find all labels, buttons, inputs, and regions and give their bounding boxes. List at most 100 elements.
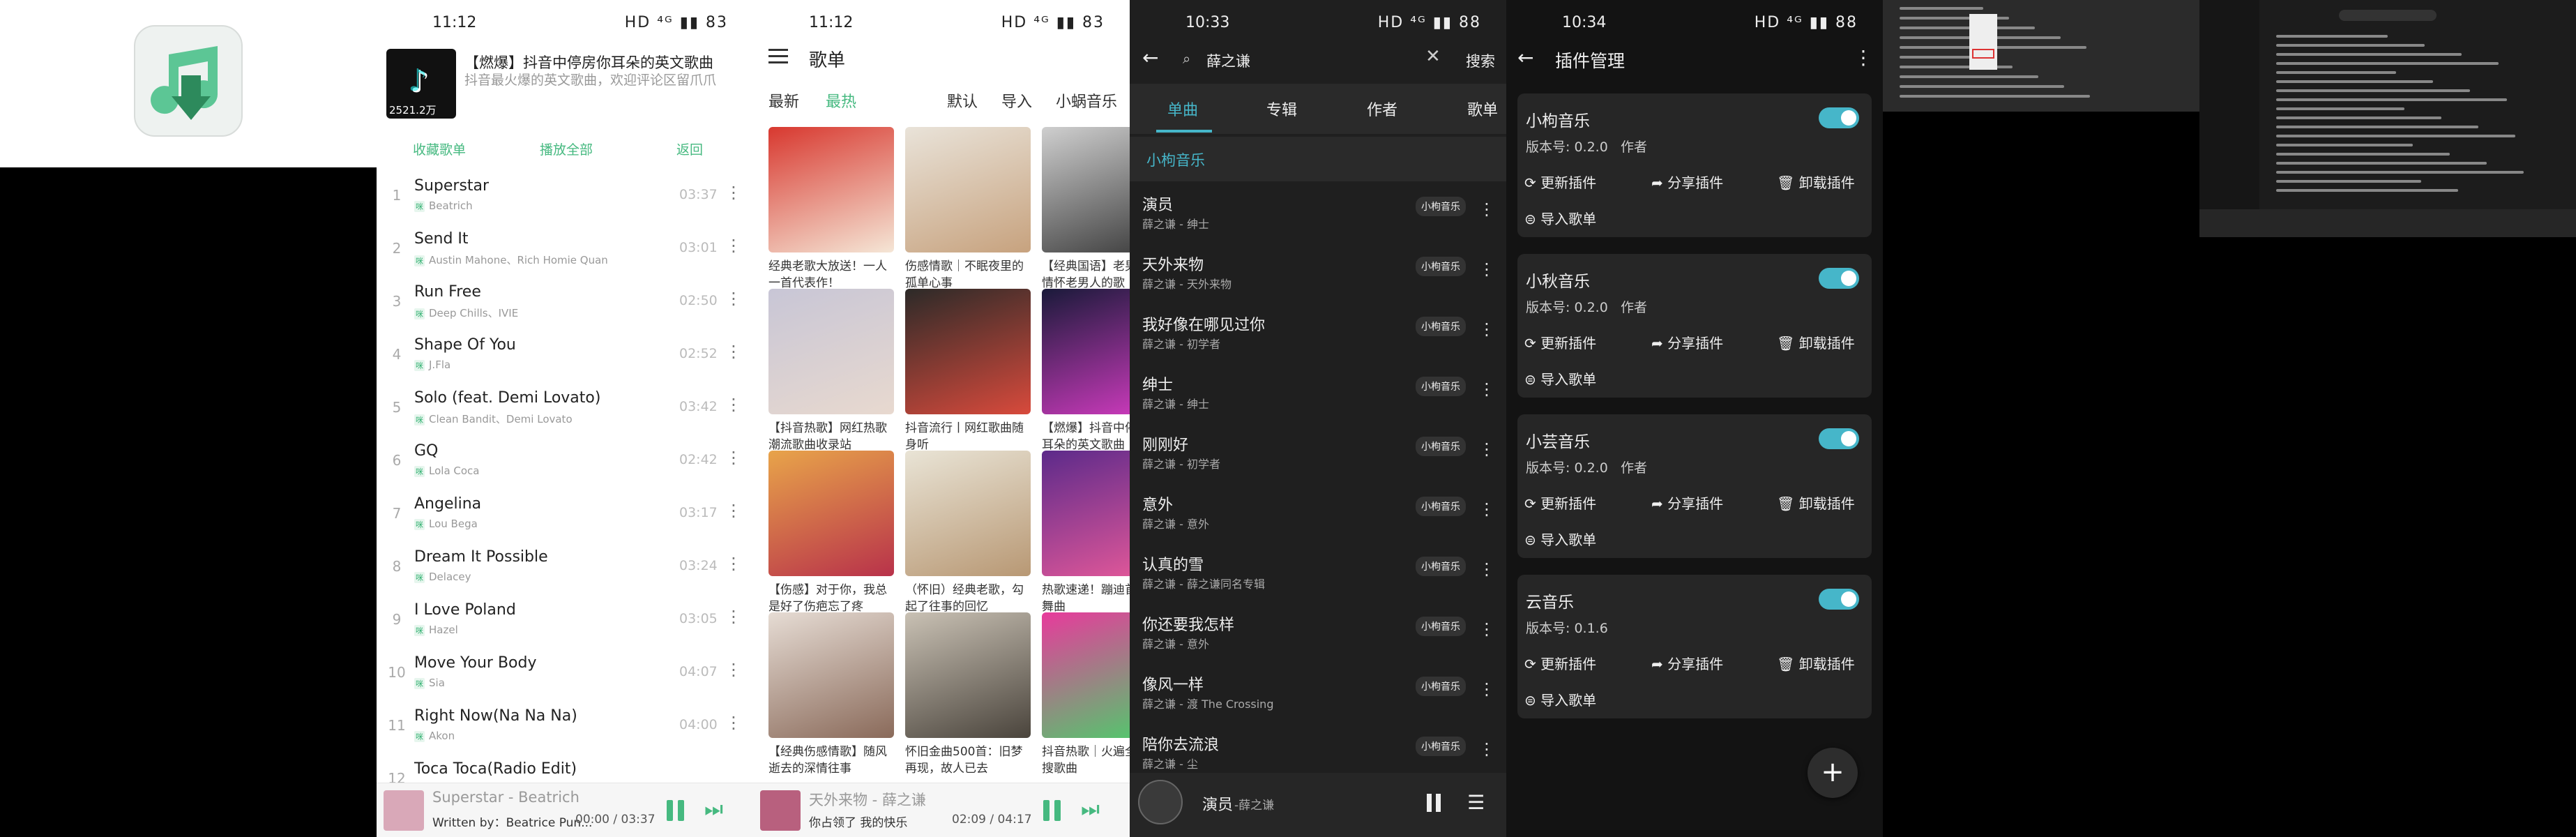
share-plugin-button[interactable]: ➦ 分享插件: [1651, 492, 1723, 513]
desktop-player-bar[interactable]: [2199, 209, 2576, 237]
more-options-icon[interactable]: ⋮: [725, 713, 742, 732]
desktop-search[interactable]: [2339, 10, 2437, 21]
track-row[interactable]: 6 GQ 咪 Lola Coca 02:42 ⋮: [377, 432, 753, 485]
playlist-card[interactable]: 热歌速递！蹦迪首选DJ舞曲: [1042, 451, 1130, 615]
update-plugin-button[interactable]: ⟳ 更新插件: [1524, 172, 1596, 192]
playlist-queue-icon[interactable]: ☰: [1467, 791, 1485, 814]
search-result-row[interactable]: 天外来物 薛之谦 - 天外来物 小枸音乐 ⋮: [1130, 243, 1506, 303]
more-options-icon[interactable]: ⋮: [1478, 619, 1495, 639]
search-button[interactable]: 搜索: [1466, 50, 1495, 71]
playlist-card[interactable]: 【经典国语】老男人的情怀老男人的歌: [1042, 127, 1130, 292]
tab-albums[interactable]: 专辑: [1266, 98, 1297, 120]
playlist-card[interactable]: 抖音流行丨网红歌曲随身听: [905, 289, 1031, 453]
search-input[interactable]: 薛之谦: [1206, 50, 1250, 71]
more-options-icon[interactable]: ⋮: [1478, 499, 1495, 519]
uninstall-plugin-button[interactable]: 🗑 卸载插件: [1777, 172, 1855, 192]
tab-playlists[interactable]: 歌单: [1467, 98, 1498, 120]
import-playlist-button[interactable]: ⊜ 导入歌单: [1524, 529, 1596, 549]
more-options-icon[interactable]: ⋮: [725, 501, 742, 520]
pause-icon[interactable]: [664, 799, 688, 822]
uninstall-plugin-button[interactable]: 🗑 卸载插件: [1777, 332, 1855, 352]
tab-newest[interactable]: 最新: [768, 89, 799, 112]
more-options-icon[interactable]: ⋮: [725, 289, 742, 308]
more-options-icon[interactable]: ⋮: [725, 236, 742, 255]
more-options-icon[interactable]: ⋮: [725, 607, 742, 626]
play-all-button[interactable]: 播放全部: [540, 140, 593, 158]
source-selector[interactable]: 小蜗音乐: [1056, 89, 1117, 112]
playlist-card[interactable]: 怀旧金曲500首：旧梦再现，故人已去: [905, 612, 1031, 777]
share-plugin-button[interactable]: ➦ 分享插件: [1651, 653, 1723, 673]
context-menu[interactable]: [1969, 14, 1997, 70]
search-result-row[interactable]: 我好像在哪见过你 薛之谦 - 初学者 小枸音乐 ⋮: [1130, 303, 1506, 363]
app-icon[interactable]: [134, 25, 243, 137]
back-arrow-icon[interactable]: ←: [1517, 46, 1533, 69]
search-result-row[interactable]: 你还要我怎样 薛之谦 - 意外 小枸音乐 ⋮: [1130, 603, 1506, 663]
import-playlist-button[interactable]: ⊜ 导入歌单: [1524, 368, 1596, 389]
share-plugin-button[interactable]: ➦ 分享插件: [1651, 172, 1723, 192]
sort-default[interactable]: 默认: [947, 89, 978, 112]
track-row[interactable]: 4 Shape Of You 咪 J.Fla 02:52 ⋮: [377, 326, 753, 379]
track-row[interactable]: 10 Move Your Body 咪 Sia 04:07 ⋮: [377, 644, 753, 698]
back-arrow-icon[interactable]: ←: [1142, 46, 1158, 69]
plugin-enable-toggle[interactable]: [1819, 268, 1859, 289]
tab-hottest[interactable]: 最热: [826, 89, 856, 112]
collect-button[interactable]: 收藏歌单: [413, 140, 466, 158]
more-options-icon[interactable]: ⋮: [725, 660, 742, 679]
track-row[interactable]: 1 Superstar 咪 Beatrich 03:37 ⋮: [377, 167, 753, 220]
track-row[interactable]: 11 Right Now(Na Na Na) 咪 Akon 04:00 ⋮: [377, 698, 753, 751]
more-options-icon[interactable]: ⋮: [725, 395, 742, 414]
plugin-enable-toggle[interactable]: [1819, 428, 1859, 449]
more-options-icon[interactable]: ⋮: [1478, 439, 1495, 459]
playlist-card[interactable]: 经典老歌大放送！一人一首代表作！: [768, 127, 894, 292]
search-result-row[interactable]: 刚刚好 薛之谦 - 初学者 小枸音乐 ⋮: [1130, 423, 1506, 483]
track-row[interactable]: 3 Run Free 咪 Deep Chills、IVIE 02:50 ⋮: [377, 273, 753, 326]
playlist-card[interactable]: 【抖音热歌】网红热歌潮流歌曲收录站: [768, 289, 894, 453]
pause-icon[interactable]: [1424, 792, 1445, 813]
clear-icon[interactable]: ✕: [1425, 46, 1441, 67]
more-options-icon[interactable]: ⋮: [725, 342, 742, 361]
next-track-icon[interactable]: ⏭: [1081, 797, 1100, 822]
search-result-row[interactable]: 演员 薛之谦 - 绅士 小枸音乐 ⋮: [1130, 183, 1506, 243]
search-result-row[interactable]: 绅士 薛之谦 - 绅士 小枸音乐 ⋮: [1130, 363, 1506, 423]
more-options-icon[interactable]: ⋮: [1478, 259, 1495, 279]
track-row[interactable]: 5 Solo (feat. Demi Lovato) 咪 Clean Bandit、D…: [377, 379, 753, 432]
more-options-icon[interactable]: ⋮: [1478, 379, 1495, 399]
update-plugin-button[interactable]: ⟳ 更新插件: [1524, 332, 1596, 352]
tab-artists[interactable]: 作者: [1367, 98, 1397, 120]
track-row[interactable]: 2 Send It 咪 Austin Mahone、Rich Homie Quan 03…: [377, 220, 753, 273]
more-options-icon[interactable]: ⋮: [1478, 199, 1495, 219]
playlist-card[interactable]: 【经典伤感情歌】随风逝去的深情往事: [768, 612, 894, 777]
import-playlist-button[interactable]: ⊜ 导入歌单: [1524, 208, 1596, 228]
more-options-icon[interactable]: ⋮: [1478, 559, 1495, 579]
more-options-icon[interactable]: ⋮: [1478, 319, 1495, 339]
uninstall-plugin-button[interactable]: 🗑 卸载插件: [1777, 492, 1855, 513]
uninstall-plugin-button[interactable]: 🗑 卸载插件: [1777, 653, 1855, 673]
track-row[interactable]: 7 Angelina 咪 Lou Bega 03:17 ⋮: [377, 485, 753, 538]
next-track-icon[interactable]: ⏭: [704, 797, 723, 822]
playlist-card[interactable]: 抖音热歌｜火遍全网热搜歌曲: [1042, 612, 1130, 777]
more-options-icon[interactable]: ⋮: [725, 554, 742, 573]
search-result-row[interactable]: 认真的雪 薛之谦 - 薛之谦同名专辑 小枸音乐 ⋮: [1130, 543, 1506, 603]
more-options-icon[interactable]: ⋮: [1478, 739, 1495, 759]
playlist-card[interactable]: 伤感情歌｜不眠夜里的孤单心事: [905, 127, 1031, 292]
playlist-card[interactable]: 【燃爆】抖音中停房你耳朵的英文歌曲: [1042, 289, 1130, 453]
menu-icon[interactable]: [768, 47, 789, 66]
mini-player[interactable]: Superstar - Beatrich Written by：Beatrice…: [377, 783, 753, 837]
more-options-icon[interactable]: ⋮: [1478, 679, 1495, 699]
share-plugin-button[interactable]: ➦ 分享插件: [1651, 332, 1723, 352]
tab-songs[interactable]: 单曲: [1167, 98, 1198, 120]
track-row[interactable]: 9 I Love Poland 咪 Hazel 03:05 ⋮: [377, 591, 753, 644]
search-result-row[interactable]: 像风一样 薛之谦 - 渡 The Crossing 小枸音乐 ⋮: [1130, 663, 1506, 723]
more-options-icon[interactable]: ⋮: [1854, 46, 1873, 69]
more-options-icon[interactable]: ⋮: [725, 448, 742, 467]
add-plugin-button[interactable]: +: [1808, 748, 1858, 798]
update-plugin-button[interactable]: ⟳ 更新插件: [1524, 492, 1596, 513]
back-button[interactable]: 返回: [676, 140, 703, 158]
import-playlist-button[interactable]: ⊜ 导入歌单: [1524, 689, 1596, 709]
plugin-enable-toggle[interactable]: [1819, 107, 1859, 128]
track-row[interactable]: 8 Dream It Possible 咪 Delacey 03:24 ⋮: [377, 538, 753, 591]
mini-player[interactable]: 天外来物 - 薛之谦 你占领了 我的快乐 02:09 / 04:17 ⏭: [753, 783, 1130, 837]
update-plugin-button[interactable]: ⟳ 更新插件: [1524, 653, 1596, 673]
plugin-enable-toggle[interactable]: [1819, 589, 1859, 610]
playlist-card[interactable]: 【伤感】对于你，我总是好了伤疤忘了疼: [768, 451, 894, 615]
